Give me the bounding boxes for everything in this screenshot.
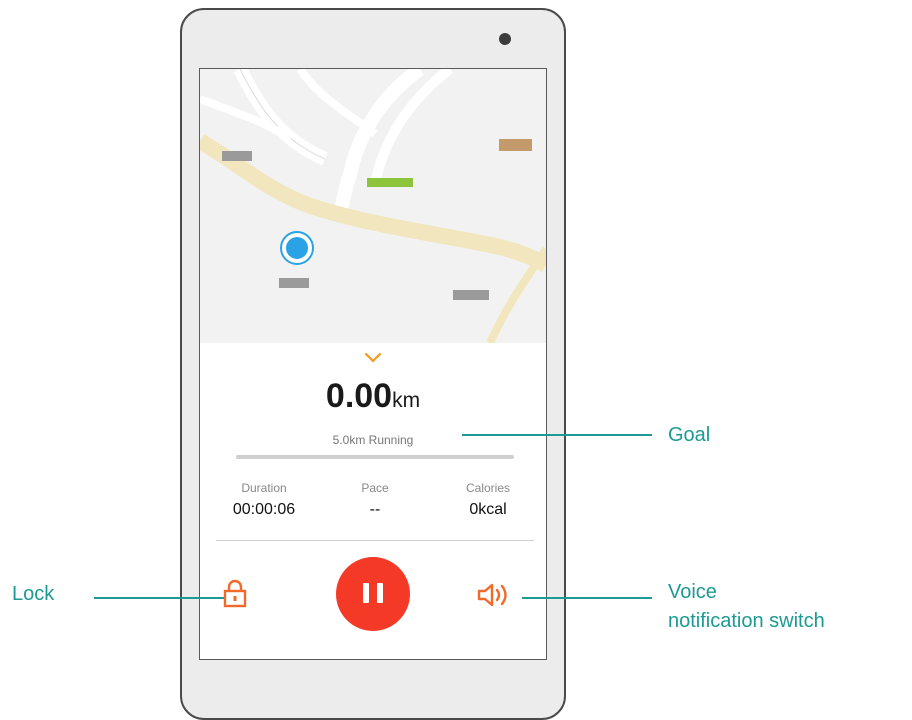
stat-label: Pace <box>361 481 389 495</box>
callout-voice-line1: Voice <box>668 581 717 603</box>
chevron-down-icon[interactable] <box>361 351 385 365</box>
front-camera <box>499 33 511 45</box>
voice-notification-switch[interactable] <box>476 581 512 609</box>
goal-progress-bar <box>236 455 514 459</box>
map-label-marker <box>279 278 309 288</box>
stat-label: Duration <box>241 481 287 495</box>
map-side-road <box>486 246 546 343</box>
stat-calories: Calories 0kcal <box>428 481 546 519</box>
lock-button[interactable] <box>222 579 248 609</box>
stat-label: Calories <box>465 481 510 495</box>
callout-voice-line2: notification switch <box>668 610 825 632</box>
goal-leader-line <box>462 434 652 436</box>
route-map[interactable] <box>200 69 546 343</box>
map-label-marker <box>453 290 489 300</box>
distance-readout: 0.00km <box>200 377 546 416</box>
stat-value: -- <box>369 501 381 518</box>
callout-goal: Goal <box>668 424 711 446</box>
stat-value: 0kcal <box>469 501 507 518</box>
lock-leader-line <box>94 597 224 599</box>
map-park-marker <box>367 178 413 187</box>
pause-icon-bar <box>377 583 383 603</box>
pause-button[interactable] <box>336 557 410 631</box>
stat-value: 00:00:06 <box>232 501 296 518</box>
distance-value: 0.00 <box>325 377 393 415</box>
map-label-marker <box>222 151 252 161</box>
speaker-icon <box>477 583 507 607</box>
stat-pace: Pace -- <box>315 481 435 519</box>
callout-voice: Voice notification switch <box>668 578 825 636</box>
map-road <box>333 69 425 220</box>
divider <box>216 540 534 541</box>
stat-duration: Duration 00:00:06 <box>204 481 324 519</box>
map-road <box>371 69 454 181</box>
map-building-marker <box>499 139 532 151</box>
map-road <box>296 69 378 138</box>
pause-icon <box>363 583 369 603</box>
location-dot-core <box>286 237 308 259</box>
callout-lock: Lock <box>12 583 55 605</box>
distance-unit: km <box>392 389 421 412</box>
voice-leader-line <box>522 597 652 599</box>
lock-icon <box>223 579 247 608</box>
phone-screen: 0.00km 5.0km Running Duration 00:00:06 P… <box>199 68 547 660</box>
map-graphic <box>200 69 546 343</box>
